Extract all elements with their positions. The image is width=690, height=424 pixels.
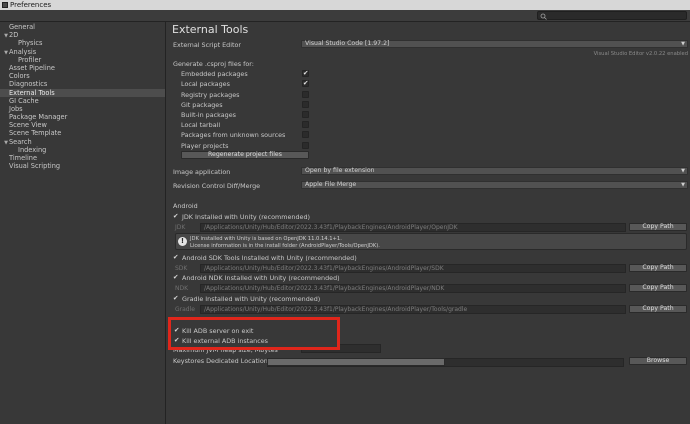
- sidebar-item-analysis[interactable]: ▼Analysis: [0, 48, 165, 56]
- revision-control-dropdown[interactable]: Apple File Merge ▼: [301, 181, 688, 189]
- sidebar-item-timeline[interactable]: Timeline: [0, 154, 165, 162]
- csproj-registry-label: Registry packages: [181, 91, 240, 99]
- regenerate-project-files-button[interactable]: Regenerate project files: [181, 151, 309, 159]
- jdk-prefix: JDK: [175, 224, 186, 231]
- csproj-tarball-checkbox[interactable]: [302, 121, 309, 128]
- gradle-toggle-label: Gradle Installed with Unity (recommended…: [182, 295, 321, 303]
- jdk-copy-path-button[interactable]: Copy Path: [629, 223, 687, 231]
- jdk-path-field[interactable]: /Applications/Unity/Hub/Editor/2022.3.43…: [200, 223, 626, 232]
- chevron-down-icon: ▼: [681, 182, 685, 188]
- csproj-builtin-checkbox[interactable]: [302, 111, 309, 118]
- sidebar-item-general[interactable]: General: [0, 23, 165, 31]
- gradle-checkbox[interactable]: ✔: [173, 294, 178, 302]
- sdk-prefix: SDK: [175, 265, 188, 272]
- csproj-embedded-label: Embedded packages: [181, 70, 248, 78]
- revision-control-label: Revision Control Diff/Merge: [173, 182, 261, 190]
- chevron-down-icon: ▼: [681, 41, 685, 47]
- csproj-unknown-checkbox[interactable]: [302, 131, 309, 138]
- sidebar-item-package-manager[interactable]: Package Manager: [0, 113, 165, 121]
- csproj-registry-checkbox[interactable]: [302, 91, 309, 98]
- ndk-checkbox[interactable]: ✔: [173, 273, 178, 281]
- sdk-checkbox[interactable]: ✔: [173, 253, 178, 261]
- jdk-info-box: ! JDK installed with Unity is based on O…: [175, 233, 687, 250]
- info-icon: !: [178, 237, 187, 246]
- sidebar-item-indexing[interactable]: Indexing: [0, 146, 165, 154]
- ndk-prefix: NDK: [175, 285, 189, 292]
- gradle-copy-path-button[interactable]: Copy Path: [629, 305, 687, 313]
- csproj-git-checkbox[interactable]: [302, 101, 309, 108]
- keystores-label: Keystores Dedicated Location: [173, 357, 268, 365]
- sidebar-item-physics[interactable]: Physics: [0, 39, 165, 47]
- image-app-dropdown[interactable]: Open by file extension ▼: [301, 167, 688, 175]
- checkmark-icon: ✔: [303, 69, 309, 77]
- script-editor-note: Visual Studio Editor v2.0.22 enabled: [593, 51, 688, 57]
- csproj-builtin-label: Built-in packages: [181, 111, 236, 119]
- ndk-toggle-label: Android NDK Installed with Unity (recomm…: [182, 274, 340, 282]
- ndk-path-field[interactable]: /Applications/Unity/Hub/Editor/2022.3.43…: [200, 284, 626, 293]
- android-section-header: Android: [173, 202, 198, 210]
- sidebar-item-profiler[interactable]: Profiler: [0, 56, 165, 64]
- page-title: External Tools: [172, 23, 249, 36]
- csproj-player-checkbox[interactable]: [302, 142, 309, 149]
- toolbar: [0, 10, 690, 22]
- csproj-embedded-checkbox[interactable]: ✔: [302, 69, 309, 77]
- jdk-info-line-1: JDK installed with Unity is based on Ope…: [190, 236, 342, 242]
- sdk-copy-path-button[interactable]: Copy Path: [629, 264, 687, 272]
- chevron-down-icon: ▼: [681, 168, 685, 174]
- keystores-browse-button[interactable]: Browse: [629, 357, 687, 365]
- gradle-path-field[interactable]: /Applications/Unity/Hub/Editor/2022.3.43…: [200, 305, 626, 314]
- sidebar-item-visual-scripting[interactable]: Visual Scripting: [0, 162, 165, 170]
- csproj-git-label: Git packages: [181, 101, 223, 109]
- jdk-checkbox[interactable]: ✔: [173, 212, 178, 220]
- sidebar-item-scene-template[interactable]: Scene Template: [0, 129, 165, 137]
- sidebar-item-external-tools[interactable]: External Tools: [0, 88, 165, 97]
- image-app-label: Image application: [173, 168, 231, 176]
- csproj-player-label: Player projects: [181, 142, 229, 150]
- preferences-sidebar: General ▼2D Physics ▼Analysis Profiler A…: [0, 22, 166, 424]
- unity-app-icon: [2, 2, 8, 8]
- csproj-local-checkbox[interactable]: ✔: [302, 79, 309, 87]
- ndk-copy-path-button[interactable]: Copy Path: [629, 284, 687, 292]
- gradle-prefix: Gradle: [175, 306, 195, 313]
- sidebar-item-diagnostics[interactable]: Diagnostics: [0, 80, 165, 88]
- sidebar-item-scene-view[interactable]: Scene View: [0, 121, 165, 129]
- window-titlebar: Preferences: [0, 0, 690, 10]
- sdk-toggle-label: Android SDK Tools Installed with Unity (…: [182, 254, 357, 262]
- search-icon: [540, 13, 547, 20]
- script-editor-dropdown[interactable]: Visual Studio Code [1.97.2] ▼: [301, 40, 688, 48]
- sidebar-item-search[interactable]: ▼Search: [0, 138, 165, 146]
- script-editor-label: External Script Editor: [173, 41, 242, 49]
- keystores-scrollbar[interactable]: [267, 358, 445, 366]
- red-annotation-rectangle: [168, 317, 340, 350]
- csproj-tarball-label: Local tarball: [181, 121, 221, 129]
- sidebar-item-2d[interactable]: ▼2D: [0, 31, 165, 39]
- csproj-unknown-label: Packages from unknown sources: [181, 131, 286, 139]
- csproj-local-label: Local packages: [181, 80, 230, 88]
- sidebar-item-jobs[interactable]: Jobs: [0, 105, 165, 113]
- window-title: Preferences: [10, 1, 52, 9]
- jdk-info-line-2: License information is in the install fo…: [190, 243, 380, 249]
- jdk-toggle-label: JDK Installed with Unity (recommended): [182, 213, 311, 221]
- search-input[interactable]: [537, 11, 687, 20]
- sdk-path-field[interactable]: /Applications/Unity/Hub/Editor/2022.3.43…: [200, 264, 626, 273]
- external-tools-panel: External Tools External Script Editor Vi…: [167, 22, 690, 424]
- checkmark-icon: ✔: [303, 79, 309, 87]
- csproj-label: Generate .csproj files for:: [173, 60, 254, 68]
- sidebar-item-gi-cache[interactable]: GI Cache: [0, 97, 165, 105]
- sidebar-item-colors[interactable]: Colors: [0, 72, 165, 80]
- sidebar-item-asset-pipeline[interactable]: Asset Pipeline: [0, 64, 165, 72]
